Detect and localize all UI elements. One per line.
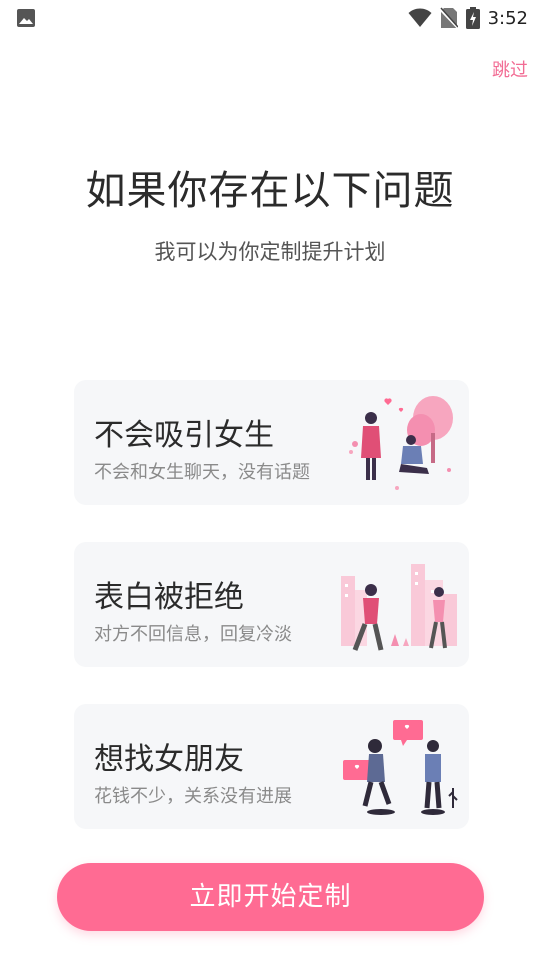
battery-charging-icon — [465, 7, 480, 29]
status-icons: 3:52 — [408, 6, 528, 30]
status-time: 3:52 — [487, 7, 528, 29]
card-description: 对方不回信息，回复冷淡 — [94, 624, 292, 645]
couple-date-illustration — [349, 396, 453, 490]
card-title: 不会吸引女生 — [94, 418, 274, 453]
page-title: 如果你存在以下问题 — [85, 168, 455, 214]
image-icon — [17, 9, 35, 27]
status-bar: 3:52 — [0, 0, 540, 36]
problem-card-girlfriend[interactable]: 想找女朋友 花钱不少，关系没有进展 — [74, 704, 469, 829]
city-walk-illustration — [341, 564, 457, 651]
chat-couple-illustration — [343, 720, 458, 815]
wifi-icon — [408, 8, 432, 27]
skip-button[interactable]: 跳过 — [492, 56, 528, 82]
problem-card-attract[interactable]: 不会吸引女生 不会和女生聊天，没有话题 — [74, 380, 469, 505]
no-sim-icon — [439, 7, 458, 29]
card-title: 表白被拒绝 — [94, 580, 244, 615]
card-description: 花钱不少，关系没有进展 — [94, 786, 292, 807]
problem-card-rejected[interactable]: 表白被拒绝 对方不回信息，回复冷淡 — [74, 542, 469, 667]
start-customize-button[interactable]: 立即开始定制 — [57, 863, 484, 931]
card-title: 想找女朋友 — [94, 742, 244, 777]
page-subtitle: 我可以为你定制提升计划 — [154, 240, 386, 264]
card-description: 不会和女生聊天，没有话题 — [94, 462, 310, 483]
